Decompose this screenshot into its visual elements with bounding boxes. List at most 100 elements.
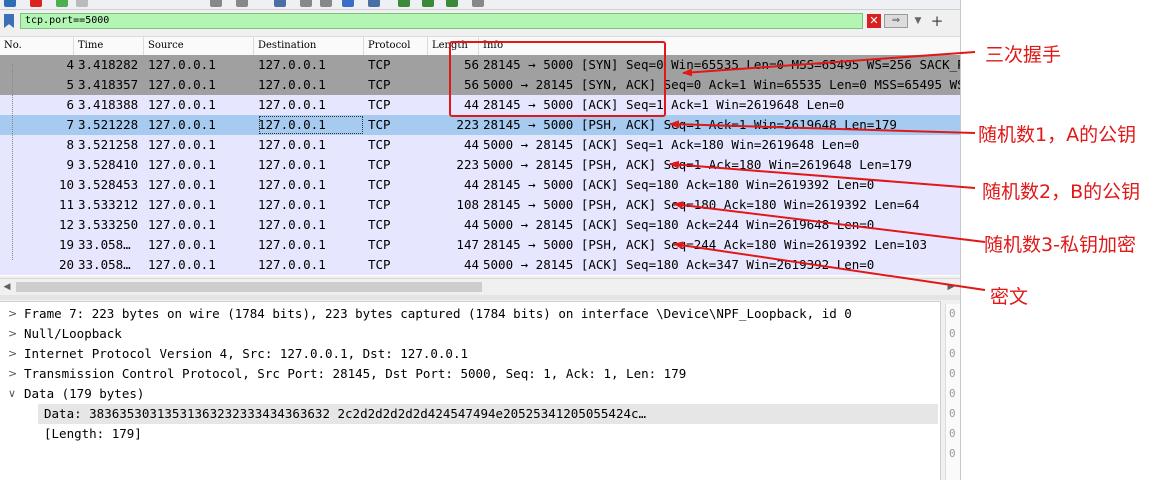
- packet-cell-no: 19: [58, 237, 74, 252]
- packet-cell-time: 33.058…: [78, 237, 131, 252]
- packet-row[interactable]: 8 3.521258 127.0.0.1 127.0.0.1 TCP 44 5000 → 2…: [0, 135, 960, 155]
- packet-cell-src: 127.0.0.1: [148, 117, 216, 132]
- expand-right-icon[interactable]: >: [8, 304, 18, 324]
- packet-cell-dst: 127.0.0.1: [258, 217, 326, 232]
- list-view-icon[interactable]: [368, 0, 380, 7]
- packet-cell-len: 56: [463, 57, 479, 72]
- packet-cell-dst: 127.0.0.1: [258, 97, 326, 112]
- expand-right-icon[interactable]: >: [8, 324, 18, 344]
- packet-list: 4 3.418282 127.0.0.1 127.0.0.1 TCP 56 28145 → …: [0, 55, 960, 276]
- packet-list-scrollbar[interactable]: ◀ ▶: [0, 278, 960, 295]
- pane-splitter[interactable]: [0, 295, 960, 300]
- column-header-info[interactable]: Info: [479, 37, 960, 55]
- packet-cell-proto: TCP: [368, 117, 391, 132]
- display-filter-input[interactable]: [20, 13, 863, 29]
- column-header-length[interactable]: Length: [428, 37, 479, 55]
- packet-cell-len: 56: [463, 77, 479, 92]
- packet-row[interactable]: 19 33.058… 127.0.0.1 127.0.0.1 TCP 147 28145 →…: [0, 235, 960, 255]
- detail-text: Data (179 bytes): [24, 386, 145, 401]
- packet-cell-dst: 127.0.0.1: [258, 137, 326, 152]
- detail-field[interactable]: [Length: 179]: [0, 424, 930, 444]
- go-last-icon[interactable]: [342, 0, 354, 7]
- packet-cell-dst: 127.0.0.1: [258, 257, 326, 272]
- packet-row[interactable]: 9 3.528410 127.0.0.1 127.0.0.1 TCP 223 5000 → …: [0, 155, 960, 175]
- scroll-right-icon[interactable]: ▶: [944, 279, 958, 295]
- filter-bookmark-icon[interactable]: [4, 14, 14, 28]
- packet-cell-src: 127.0.0.1: [148, 137, 216, 152]
- packet-row[interactable]: 5 3.418357 127.0.0.1 127.0.0.1 TCP 56 5000 → 2…: [0, 75, 960, 95]
- packet-cell-src: 127.0.0.1: [148, 77, 216, 92]
- packet-cell-len: 44: [463, 137, 479, 152]
- packet-cell-proto: TCP: [368, 237, 391, 252]
- packet-cell-dst: 127.0.0.1: [258, 237, 326, 252]
- annotation-label-random1: 随机数1，A的公钥: [978, 124, 1137, 146]
- bytes-glyph: 0: [949, 347, 956, 360]
- packet-cell-time: 3.418388: [78, 97, 139, 112]
- column-header-destination[interactable]: Destination: [254, 37, 364, 55]
- packet-cell-no: 9: [66, 157, 74, 172]
- packet-cell-len: 44: [463, 257, 479, 272]
- packet-row[interactable]: 11 3.533212 127.0.0.1 127.0.0.1 TCP 108 28145 …: [0, 195, 960, 215]
- detail-field[interactable]: Data: 38363530313531363232333434363632 2…: [38, 404, 938, 424]
- go-forward-icon[interactable]: [236, 0, 248, 7]
- colorize-icon[interactable]: [300, 0, 312, 7]
- packet-cell-no: 5: [66, 77, 74, 92]
- packet-cell-dst: 127.0.0.1: [258, 157, 326, 172]
- apply-filter-button[interactable]: ⇒: [884, 14, 908, 28]
- packet-cell-info: 28145 → 5000 [PSH, ACK] Seq=180 Ack=180 …: [483, 197, 920, 212]
- resize-icon[interactable]: [320, 0, 332, 7]
- expand-down-icon[interactable]: ∨: [8, 384, 18, 404]
- packet-cell-proto: TCP: [368, 257, 391, 272]
- bytes-glyph: 0: [949, 367, 956, 380]
- clear-filter-button[interactable]: ✕: [867, 14, 881, 28]
- packet-cell-dst: 127.0.0.1: [258, 57, 326, 72]
- packet-row[interactable]: 4 3.418282 127.0.0.1 127.0.0.1 TCP 56 28145 → …: [0, 55, 960, 75]
- expand-right-icon[interactable]: >: [8, 364, 18, 384]
- packet-cell-dst: 127.0.0.1: [258, 115, 364, 135]
- column-header-source[interactable]: Source: [144, 37, 254, 55]
- packet-cell-info: 28145 → 5000 [ACK] Seq=1 Ack=1 Win=26196…: [483, 97, 845, 112]
- packet-cell-time: 3.521258: [78, 137, 139, 152]
- packet-cell-src: 127.0.0.1: [148, 197, 216, 212]
- column-header-no[interactable]: No.: [0, 37, 74, 55]
- open-file-icon[interactable]: [4, 0, 16, 7]
- detail-tree-item[interactable]: > Internet Protocol Version 4, Src: 127.0…: [0, 344, 930, 364]
- bytes-glyph: 0: [949, 427, 956, 440]
- annotation-label-random3: 随机数3-私钥加密: [984, 234, 1136, 256]
- packet-row[interactable]: 10 3.528453 127.0.0.1 127.0.0.1 TCP 44 28145 →…: [0, 175, 960, 195]
- detail-tree-item[interactable]: > Null/Loopback: [0, 324, 930, 344]
- annotation-label-random2: 随机数2，B的公钥: [982, 181, 1141, 203]
- resize-columns-icon[interactable]: [472, 0, 484, 7]
- packet-row[interactable]: 20 33.058… 127.0.0.1 127.0.0.1 TCP 44 5000 → 2…: [0, 255, 960, 275]
- detail-text: [Length: 179]: [44, 426, 142, 441]
- autoscroll-icon[interactable]: [274, 0, 286, 7]
- zoom-out-icon[interactable]: [422, 0, 434, 7]
- packet-cell-time: 3.418282: [78, 57, 139, 72]
- add-filter-button[interactable]: +: [930, 13, 944, 29]
- expand-right-icon[interactable]: >: [8, 344, 18, 364]
- column-header-time[interactable]: Time: [74, 37, 144, 55]
- restart-capture-icon[interactable]: [56, 0, 68, 7]
- detail-tree-item[interactable]: ∨ Data (179 bytes): [0, 384, 930, 404]
- detail-text: Frame 7: 223 bytes on wire (1784 bits), …: [24, 306, 852, 321]
- packet-row[interactable]: 7 3.521228 127.0.0.1 127.0.0.1 TCP 223 28145 →…: [0, 115, 960, 135]
- chevron-down-icon[interactable]: ▼: [911, 14, 925, 28]
- annotation-label-ciphertext: 密文: [990, 286, 1029, 308]
- packet-row[interactable]: 6 3.418388 127.0.0.1 127.0.0.1 TCP 44 28145 → …: [0, 95, 960, 115]
- bytes-glyph: 0: [949, 307, 956, 320]
- detail-tree-item[interactable]: > Frame 7: 223 bytes on wire (1784 bits),…: [0, 304, 930, 324]
- zoom-in-icon[interactable]: [398, 0, 410, 7]
- zoom-reset-icon[interactable]: [446, 0, 458, 7]
- detail-tree-item[interactable]: > Transmission Control Protocol, Src Port…: [0, 364, 930, 384]
- packet-row[interactable]: 12 3.533250 127.0.0.1 127.0.0.1 TCP 44 5000 → …: [0, 215, 960, 235]
- stop-capture-icon[interactable]: [30, 0, 42, 7]
- packet-cell-src: 127.0.0.1: [148, 97, 216, 112]
- packet-cell-no: 7: [66, 117, 74, 132]
- go-back-icon[interactable]: [210, 0, 222, 7]
- column-header-protocol[interactable]: Protocol: [364, 37, 428, 55]
- options-icon[interactable]: [76, 0, 88, 7]
- packet-cell-no: 20: [58, 257, 74, 272]
- scroll-left-icon[interactable]: ◀: [0, 279, 14, 295]
- packet-cell-no: 6: [66, 97, 74, 112]
- scrollbar-thumb[interactable]: [16, 282, 482, 292]
